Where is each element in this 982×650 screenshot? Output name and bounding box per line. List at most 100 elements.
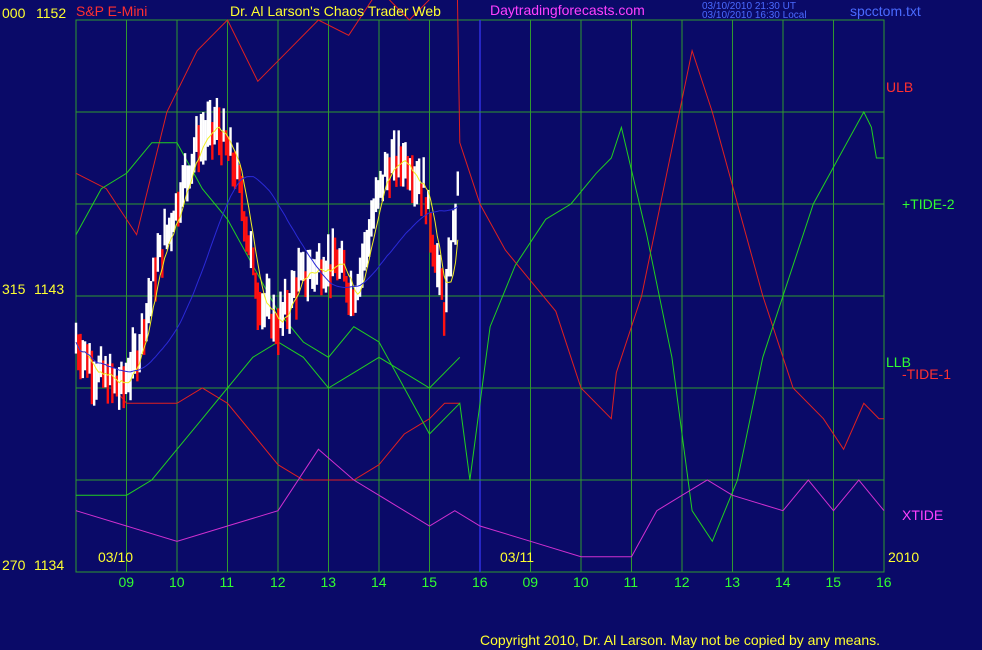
price-bar: [452, 210, 455, 243]
price-bar: [272, 294, 275, 342]
price-bar: [406, 155, 409, 190]
x-tick-label: 13: [725, 574, 741, 590]
price-bar: [440, 268, 444, 300]
price-bar: [408, 158, 412, 191]
price-bar: [129, 351, 132, 401]
price-bar: [392, 130, 396, 181]
left-price-bottom: 1134: [34, 557, 64, 573]
site-label: Daytradingforecasts.com: [490, 2, 645, 18]
price-bar: [197, 125, 200, 173]
price-bar: [438, 254, 441, 296]
price-bar: [258, 291, 262, 326]
price-bar: [270, 313, 273, 339]
x-tick-label: 12: [270, 574, 286, 590]
price-bar: [238, 165, 241, 194]
x-tick-label: 16: [472, 574, 488, 590]
price-bar: [397, 130, 400, 178]
date-label-3: 2010: [888, 549, 919, 565]
price-bar: [158, 234, 162, 258]
price-bar: [320, 259, 323, 296]
price-bar: [113, 368, 116, 394]
chart: 000 1152 S&P E-Mini Dr. Al Larson's Chao…: [2, 0, 955, 648]
price-bar: [322, 256, 325, 289]
price-bar: [247, 235, 250, 256]
price-bar: [361, 243, 364, 288]
price-bar: [215, 97, 219, 141]
price-bar: [356, 273, 359, 301]
price-bar: [436, 243, 439, 288]
price-bar: [217, 107, 221, 156]
price-bar: [424, 197, 428, 225]
price-bar: [254, 272, 257, 299]
price-bar: [345, 275, 348, 303]
price-bar: [211, 122, 214, 160]
price-bar: [97, 355, 100, 383]
x-tick-label: 09: [119, 574, 135, 590]
x-tick-label: 10: [573, 574, 589, 590]
price-bar: [245, 216, 248, 252]
label-tide1: -TIDE-1: [902, 366, 951, 382]
x-tick-label: 12: [674, 574, 690, 590]
price-bar: [111, 363, 114, 404]
price-bar: [411, 155, 414, 204]
price-bar: [442, 302, 446, 336]
price-bar: [340, 240, 344, 273]
price-bar: [447, 237, 450, 277]
left-code-bottom: 270: [2, 557, 26, 573]
price-bar: [74, 322, 78, 354]
price-bar: [249, 231, 253, 269]
price-bar: [147, 277, 150, 324]
price-bars: [74, 97, 459, 410]
price-bar: [383, 151, 387, 177]
price-bar: [283, 278, 287, 315]
price-bar: [117, 367, 121, 410]
price-bar: [429, 212, 432, 253]
price-bar: [174, 193, 178, 221]
price-bar: [83, 341, 87, 371]
price-bar: [281, 302, 284, 336]
price-bar: [297, 247, 300, 292]
price-bar: [208, 99, 212, 146]
chart-title: Dr. Al Larson's Chaos Trader Web: [230, 3, 441, 19]
x-tick-label: 14: [775, 574, 791, 590]
symbol-label: S&P E-Mini: [76, 3, 147, 19]
price-bar: [449, 240, 453, 277]
price-bar: [363, 232, 366, 271]
price-bar: [202, 112, 205, 165]
price-bar: [81, 340, 85, 379]
price-bar: [92, 361, 96, 406]
price-bar: [140, 313, 144, 355]
price-bar: [124, 362, 128, 395]
price-bar: [374, 177, 378, 213]
price-bar: [149, 281, 153, 317]
price-bar: [183, 153, 187, 189]
price-bar: [290, 270, 294, 308]
price-bar: [233, 151, 237, 189]
price-bar: [279, 291, 282, 329]
x-tick-label: 09: [523, 574, 539, 590]
x-tick-label: 16: [876, 574, 892, 590]
price-bar: [286, 289, 289, 330]
price-bar: [352, 289, 355, 316]
price-bar: [327, 234, 330, 287]
x-tick-label: 11: [624, 574, 639, 590]
price-bar: [338, 248, 341, 279]
price-bar: [181, 165, 185, 207]
price-bar: [311, 258, 314, 289]
price-bar: [433, 244, 437, 273]
price-bar: [195, 116, 198, 152]
price-bar: [367, 219, 371, 257]
price-bar: [415, 161, 419, 205]
price-bar: [265, 273, 269, 317]
price-bar: [420, 183, 423, 216]
price-bar: [106, 363, 110, 404]
price-bar: [167, 217, 171, 244]
price-bar: [304, 271, 307, 298]
price-bar: [377, 180, 380, 209]
label-ulb: ULB: [886, 79, 913, 95]
price-bar: [138, 334, 141, 373]
price-bar: [402, 143, 405, 187]
price-bar: [220, 131, 223, 166]
price-bar: [267, 278, 271, 320]
x-tick-labels: 09 10 11 12 13 14 15 16 09 10 11 12 13 14 15 16: [119, 574, 892, 590]
